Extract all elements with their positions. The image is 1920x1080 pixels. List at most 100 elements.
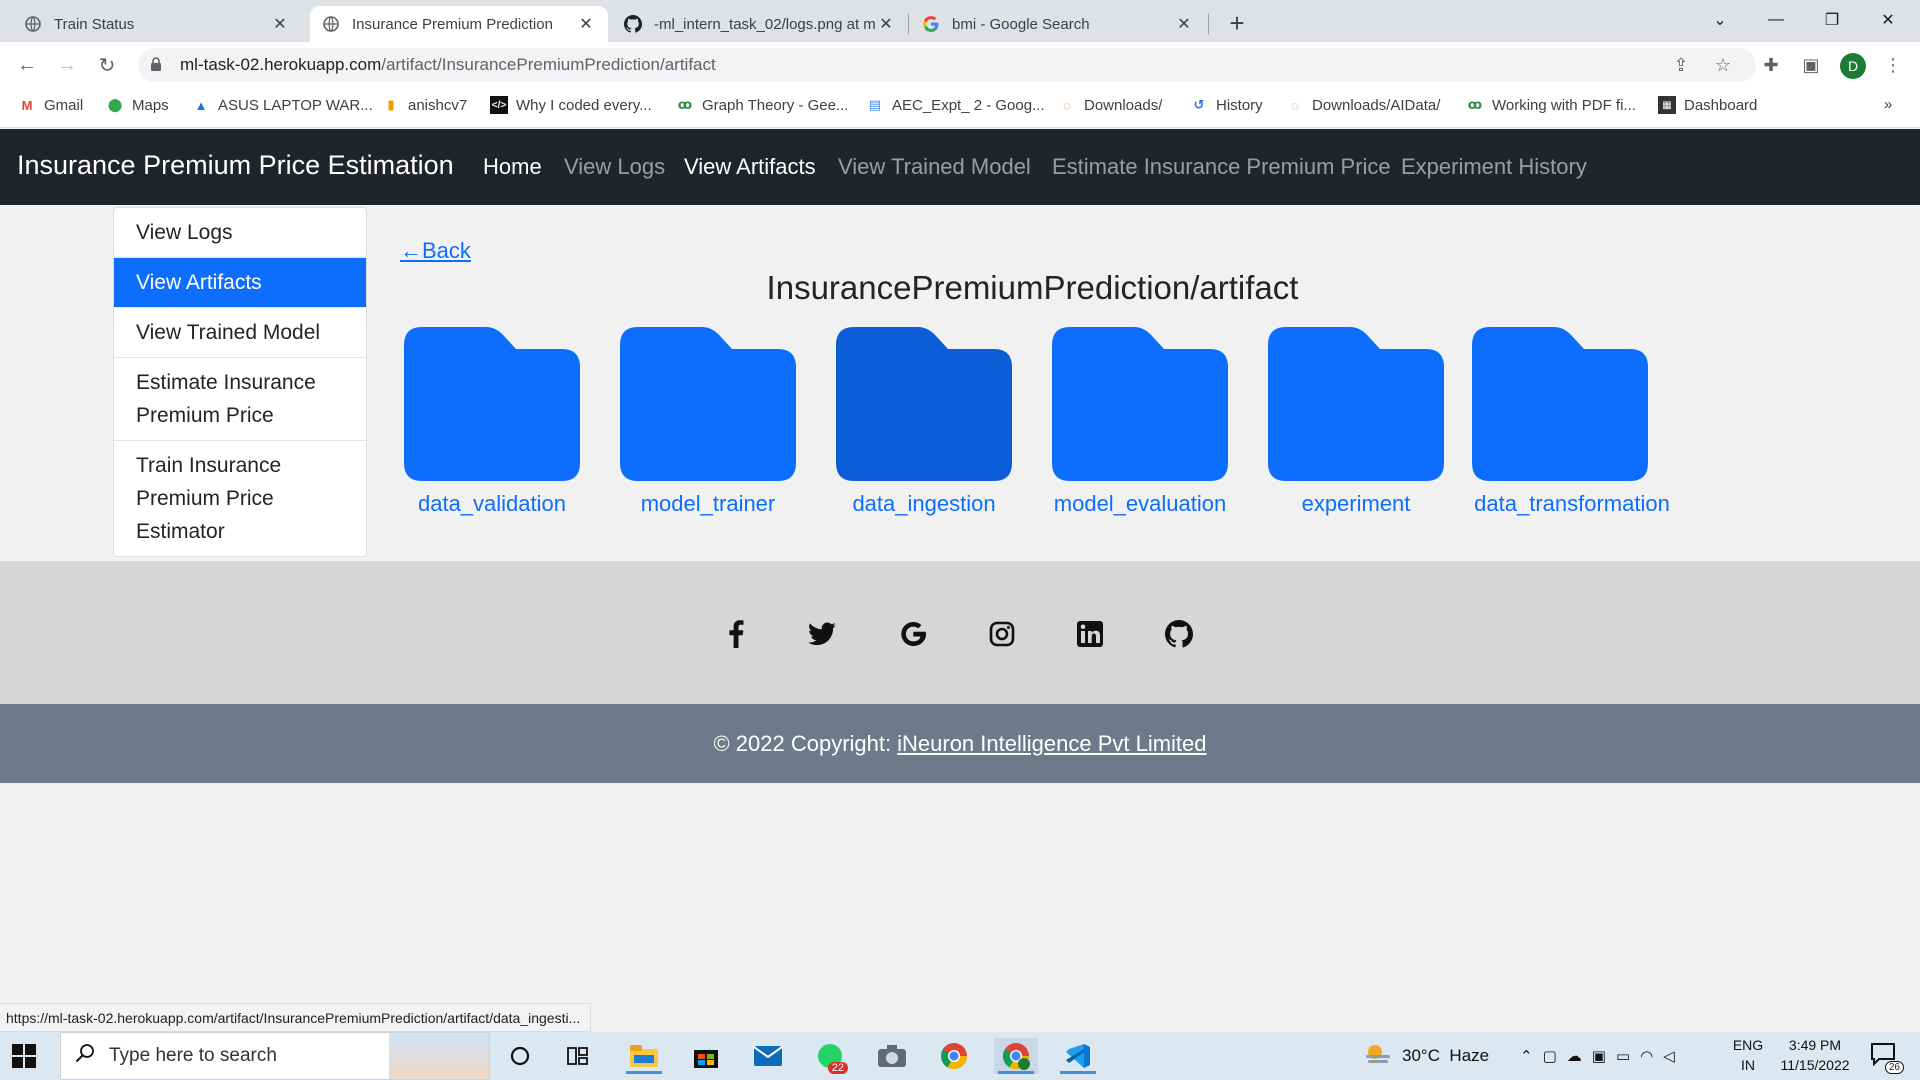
new-tab-button[interactable]: + (1222, 8, 1252, 39)
tab-github-logs[interactable]: -ml_intern_task_02/logs.png at m ✕ (612, 6, 908, 42)
side-panel-icon[interactable]: ▣ (1794, 48, 1828, 82)
lang-top: ENG (1732, 1037, 1764, 1053)
chrome-icon[interactable] (932, 1038, 976, 1074)
bookmark-dashboard[interactable]: ▦ Dashboard (1658, 96, 1757, 114)
forward-arrow-icon[interactable]: → (52, 50, 82, 80)
whatsapp-icon[interactable]: 22 (808, 1038, 852, 1074)
folder-model-evaluation[interactable]: model_evaluation (1032, 327, 1248, 517)
windows-start-icon[interactable] (12, 1044, 36, 1068)
bookmark-anishcv7[interactable]: ▮ anishcv7 (382, 96, 467, 114)
twitter-icon[interactable] (804, 616, 840, 652)
close-icon[interactable]: ✕ (1174, 14, 1194, 34)
dashboard-icon: ▦ (1658, 96, 1676, 114)
bookmark-label: Working with PDF fi... (1492, 96, 1636, 114)
docs-icon: ▤ (868, 97, 882, 112)
browser-toolbar: ← → ↻ ml-task-02.herokuapp.com/artifact/… (0, 42, 1920, 88)
camera-icon[interactable] (870, 1038, 914, 1074)
system-tray[interactable]: ⌃ ▢ ☁ ▣ ▭ ◠ ◁ (1520, 1032, 1685, 1080)
onedrive-icon[interactable]: ☁ (1567, 1047, 1592, 1065)
close-window-button[interactable]: ✕ (1868, 4, 1908, 36)
battery-icon[interactable]: ▭ (1616, 1047, 1640, 1065)
github-icon[interactable] (1161, 616, 1197, 652)
address-bar[interactable]: ml-task-02.herokuapp.com/artifact/Insura… (138, 48, 1756, 82)
bookmark-downloads[interactable]: ◌ Downloads/ (1058, 96, 1162, 114)
reload-icon[interactable]: ↻ (92, 50, 122, 80)
mail-icon[interactable] (746, 1038, 790, 1074)
file-explorer-icon[interactable] (622, 1038, 666, 1074)
bookmark-why-i-coded[interactable]: </> Why I coded every... (490, 96, 652, 114)
bookmark-downloads-aidata[interactable]: ◌ Downloads/AIData/ (1286, 96, 1440, 114)
restore-button[interactable]: ❐ (1812, 4, 1852, 36)
close-icon[interactable]: ✕ (270, 14, 290, 34)
folder-icon (1268, 327, 1444, 481)
sidebar-item-estimate-premium[interactable]: Estimate Insurance Premium Price (114, 358, 366, 441)
taskbar-clock[interactable]: 3:49 PM 11/15/2022 (1768, 1035, 1862, 1075)
profile-avatar[interactable]: D (1840, 53, 1866, 79)
notification-center-icon[interactable]: 26 (1870, 1042, 1904, 1074)
social-links-bar (0, 561, 1920, 704)
instagram-icon[interactable] (984, 616, 1020, 652)
lock-icon (150, 56, 170, 74)
bookmarks-overflow-icon[interactable]: » (1884, 96, 1892, 113)
folder-icon (404, 327, 580, 481)
globe-icon (322, 15, 340, 33)
copyright-link[interactable]: iNeuron Intelligence Pvt Limited (897, 731, 1206, 757)
tab-train-status[interactable]: Train Status ✕ (12, 6, 302, 42)
bookmark-label: Gmail (44, 96, 84, 114)
vscode-icon[interactable] (1056, 1038, 1100, 1074)
kebab-menu-icon[interactable]: ⋮ (1876, 48, 1910, 82)
back-arrow-icon[interactable]: ← (12, 50, 42, 80)
weather-widget[interactable]: 30°C Haze (1364, 1032, 1489, 1080)
nav-view-artifacts[interactable]: View Artifacts (684, 154, 816, 180)
nav-home[interactable]: Home (483, 154, 542, 180)
nav-estimate-premium[interactable]: Estimate Insurance Premium Price (1052, 154, 1391, 180)
site-brand[interactable]: Insurance Premium Price Estimation (17, 150, 454, 181)
facebook-icon[interactable] (718, 616, 754, 652)
star-icon[interactable]: ☆ (1706, 48, 1740, 82)
meet-now-icon[interactable]: ▢ (1543, 1047, 1567, 1065)
nav-view-trained-model[interactable]: View Trained Model (838, 154, 1031, 180)
bookmark-history[interactable]: ↺ History (1190, 96, 1263, 114)
back-link[interactable]: ←Back (400, 238, 471, 264)
chevron-down-icon[interactable]: ⌄ (1700, 4, 1740, 36)
volume-icon[interactable]: ◁ (1663, 1047, 1685, 1065)
clock-time: 3:49 PM (1788, 1037, 1842, 1053)
extensions-icon[interactable]: ✚ (1754, 48, 1788, 82)
wifi-icon[interactable]: ◠ (1640, 1047, 1663, 1065)
close-icon[interactable]: ✕ (576, 14, 596, 34)
bookmark-asus[interactable]: ▲ ASUS LAPTOP WAR... (192, 96, 373, 114)
bookmark-working-with-pdf[interactable]: ꝏ Working with PDF fi... (1466, 96, 1636, 114)
share-icon[interactable]: ⇪ (1664, 48, 1698, 82)
taskbar-search-input[interactable]: Type here to search (60, 1032, 490, 1080)
nav-experiment-history[interactable]: Experiment History (1401, 154, 1587, 180)
chrome-profile-icon[interactable] (994, 1038, 1038, 1074)
close-icon[interactable]: ✕ (876, 14, 896, 34)
minimize-button[interactable]: — (1756, 4, 1796, 36)
display-icon[interactable]: ▣ (1592, 1047, 1616, 1065)
sidebar-item-train-estimator[interactable]: Train Insurance Premium Price Estimator (114, 441, 366, 556)
tab-google-search[interactable]: bmi - Google Search ✕ (910, 6, 1206, 42)
sidebar-item-view-trained-model[interactable]: View Trained Model (114, 308, 366, 358)
language-indicator[interactable]: ENG IN (1728, 1035, 1768, 1075)
windows-taskbar: Type here to search 22 30°C Haze ⌃ ▢ ☁ ▣ ▭ ◠ ◁… (0, 1032, 1920, 1080)
folder-model-trainer[interactable]: model_trainer (600, 327, 816, 517)
gmail-icon: M (21, 97, 33, 113)
tab-insurance-premium-prediction[interactable]: Insurance Premium Prediction ✕ (310, 6, 608, 42)
bookmark-aec-expt[interactable]: ▤ AEC_Expt_ 2 - Goog... (866, 96, 1045, 114)
url-path: /artifact/InsurancePremiumPrediction/art… (381, 55, 716, 74)
bookmark-gmail[interactable]: M Gmail (18, 96, 84, 114)
bookmark-graph-theory[interactable]: ꝏ Graph Theory - Gee... (676, 96, 849, 114)
bookmark-maps[interactable]: ⬤ Maps (106, 96, 169, 114)
google-icon[interactable] (895, 616, 931, 652)
folder-data-validation[interactable]: data_validation (384, 327, 600, 517)
folder-data-transformation[interactable]: data_transformation (1456, 327, 1688, 517)
sidebar-item-view-logs[interactable]: View Logs (114, 208, 366, 258)
microsoft-store-icon[interactable] (684, 1038, 728, 1074)
folder-data-ingestion[interactable]: data_ingestion (816, 327, 1032, 517)
folder-experiment[interactable]: experiment (1248, 327, 1464, 517)
nav-view-logs[interactable]: View Logs (564, 154, 665, 180)
task-view-icon[interactable] (556, 1038, 600, 1074)
cortana-icon[interactable] (498, 1038, 542, 1074)
chevron-up-icon[interactable]: ⌃ (1520, 1047, 1543, 1065)
linkedin-icon[interactable] (1072, 616, 1108, 652)
